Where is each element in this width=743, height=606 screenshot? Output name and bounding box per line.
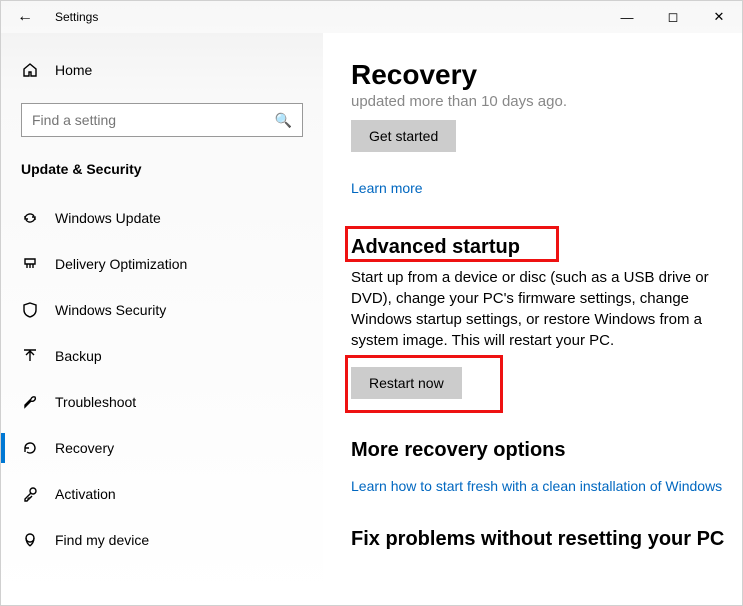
minimize-button[interactable]: ― (604, 1, 650, 33)
get-started-button[interactable]: Get started (351, 120, 456, 152)
advanced-startup-section: Advanced startup Start up from a device … (351, 236, 742, 399)
sidebar-item-label: Windows Security (55, 302, 166, 318)
sidebar-item-backup[interactable]: Backup (1, 333, 323, 379)
truncated-text: updated more than 10 days ago. (351, 93, 742, 110)
advanced-startup-body: Start up from a device or disc (such as … (351, 267, 741, 351)
sidebar-item-label: Backup (55, 348, 102, 364)
location-icon (21, 532, 39, 548)
close-button[interactable]: ✕ (696, 1, 742, 33)
fix-problems-heading: Fix problems without resetting your PC (351, 528, 742, 551)
sidebar-item-windows-security[interactable]: Windows Security (1, 287, 323, 333)
page-title: Recovery (351, 59, 742, 91)
start-fresh-link[interactable]: Learn how to start fresh with a clean in… (351, 478, 722, 494)
sidebar-item-label: Recovery (55, 440, 114, 456)
more-recovery-heading: More recovery options (351, 439, 742, 462)
search-box[interactable]: 🔍 (21, 103, 303, 137)
sidebar-section-label: Update & Security (1, 153, 323, 195)
learn-more-link[interactable]: Learn more (351, 180, 423, 196)
maximize-button[interactable]: ◻ (650, 1, 696, 33)
sidebar-home[interactable]: Home (1, 49, 323, 91)
sidebar-item-recovery[interactable]: Recovery (1, 425, 323, 471)
advanced-startup-heading: Advanced startup (351, 236, 742, 259)
sidebar: Home 🔍 Update & Security Windows Update … (1, 33, 323, 605)
sidebar-item-label: Windows Update (55, 210, 161, 226)
sidebar-item-label: Troubleshoot (55, 394, 136, 410)
shield-icon (21, 302, 39, 318)
back-button[interactable]: ← (1, 1, 49, 33)
key-icon (21, 486, 39, 502)
sidebar-item-delivery-optimization[interactable]: Delivery Optimization (1, 241, 323, 287)
home-icon (21, 62, 39, 78)
sidebar-item-label: Activation (55, 486, 116, 502)
sidebar-item-label: Find my device (55, 532, 149, 548)
window-title: Settings (49, 10, 98, 24)
sidebar-item-troubleshoot[interactable]: Troubleshoot (1, 379, 323, 425)
restart-now-button[interactable]: Restart now (351, 367, 462, 399)
sidebar-home-label: Home (55, 62, 92, 78)
fix-problems-section: Fix problems without resetting your PC (351, 528, 742, 551)
backup-icon (21, 348, 39, 364)
search-icon: 🔍 (275, 112, 292, 129)
sidebar-item-label: Delivery Optimization (55, 256, 187, 272)
more-recovery-section: More recovery options Learn how to start… (351, 439, 742, 494)
titlebar: ← Settings ― ◻ ✕ (1, 1, 742, 33)
sidebar-item-find-my-device[interactable]: Find my device (1, 517, 323, 563)
delivery-icon (21, 256, 39, 272)
sidebar-item-windows-update[interactable]: Windows Update (1, 195, 323, 241)
wrench-icon (21, 394, 39, 410)
sync-icon (21, 210, 39, 226)
content-pane: Recovery updated more than 10 days ago. … (323, 33, 742, 605)
search-input[interactable] (32, 112, 275, 128)
sidebar-item-activation[interactable]: Activation (1, 471, 323, 517)
recovery-icon (21, 440, 39, 456)
